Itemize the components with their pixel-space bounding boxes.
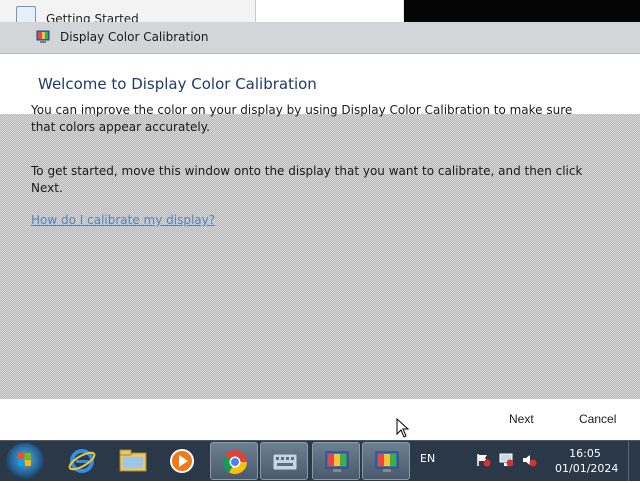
keyboard-icon <box>272 453 298 471</box>
clock-time: 16:05 <box>569 447 601 460</box>
dialog-footer: Next Cancel <box>0 399 640 440</box>
display-calibration-icon <box>325 451 349 472</box>
background-window[interactable]: Getting Started <box>0 0 256 22</box>
network-icon[interactable] <box>498 453 514 467</box>
display-calibration-icon-2 <box>375 451 399 472</box>
taskbar-file-explorer[interactable] <box>108 442 156 480</box>
taskbar-chrome[interactable] <box>210 442 258 480</box>
taskbar-display-calibration-2[interactable] <box>362 442 410 480</box>
internet-explorer-icon <box>68 449 96 473</box>
calibration-dialog: Display Color Calibration Welcome to Dis… <box>0 22 640 440</box>
help-link[interactable]: How do I calibrate my display? <box>31 213 215 227</box>
instruction-paragraph: To get started, move this window onto th… <box>31 164 583 195</box>
chrome-icon <box>222 450 247 475</box>
background-window-2[interactable] <box>256 0 403 22</box>
clock-date: 01/01/2024 <box>555 462 619 475</box>
mouse-cursor-icon <box>396 418 410 438</box>
system-clock[interactable]: 16:05 01/01/2024 <box>555 446 619 476</box>
media-player-icon <box>170 449 194 473</box>
dialog-content: You can improve the color on your displa… <box>0 103 640 399</box>
display-calibration-icon <box>36 30 50 43</box>
dialog-title: Display Color Calibration <box>60 30 209 44</box>
taskbar-internet-explorer[interactable] <box>58 442 106 480</box>
cancel-button[interactable]: Cancel <box>579 412 616 426</box>
taskbar-media-player[interactable] <box>158 442 206 480</box>
file-explorer-icon <box>119 449 147 472</box>
taskbar: EN 16:05 01/01/2024 <box>0 440 640 481</box>
action-center-flag-icon[interactable] <box>475 453 491 467</box>
background-window-title: Getting Started <box>46 12 139 22</box>
start-button[interactable] <box>6 443 44 479</box>
language-indicator[interactable]: EN <box>420 452 435 465</box>
page-heading: Welcome to Display Color Calibration <box>38 75 317 93</box>
document-icon <box>16 6 36 22</box>
background-window-3[interactable] <box>404 0 640 22</box>
taskbar-keyboard[interactable] <box>260 442 308 480</box>
taskbar-display-calibration[interactable] <box>312 442 360 480</box>
dialog-titlebar[interactable]: Display Color Calibration <box>0 22 640 54</box>
show-desktop-button[interactable] <box>628 441 640 481</box>
windows-logo-icon <box>18 453 31 466</box>
intro-paragraph: You can improve the color on your displa… <box>31 103 573 134</box>
next-button[interactable]: Next <box>509 412 534 426</box>
volume-muted-icon[interactable] <box>521 453 537 467</box>
